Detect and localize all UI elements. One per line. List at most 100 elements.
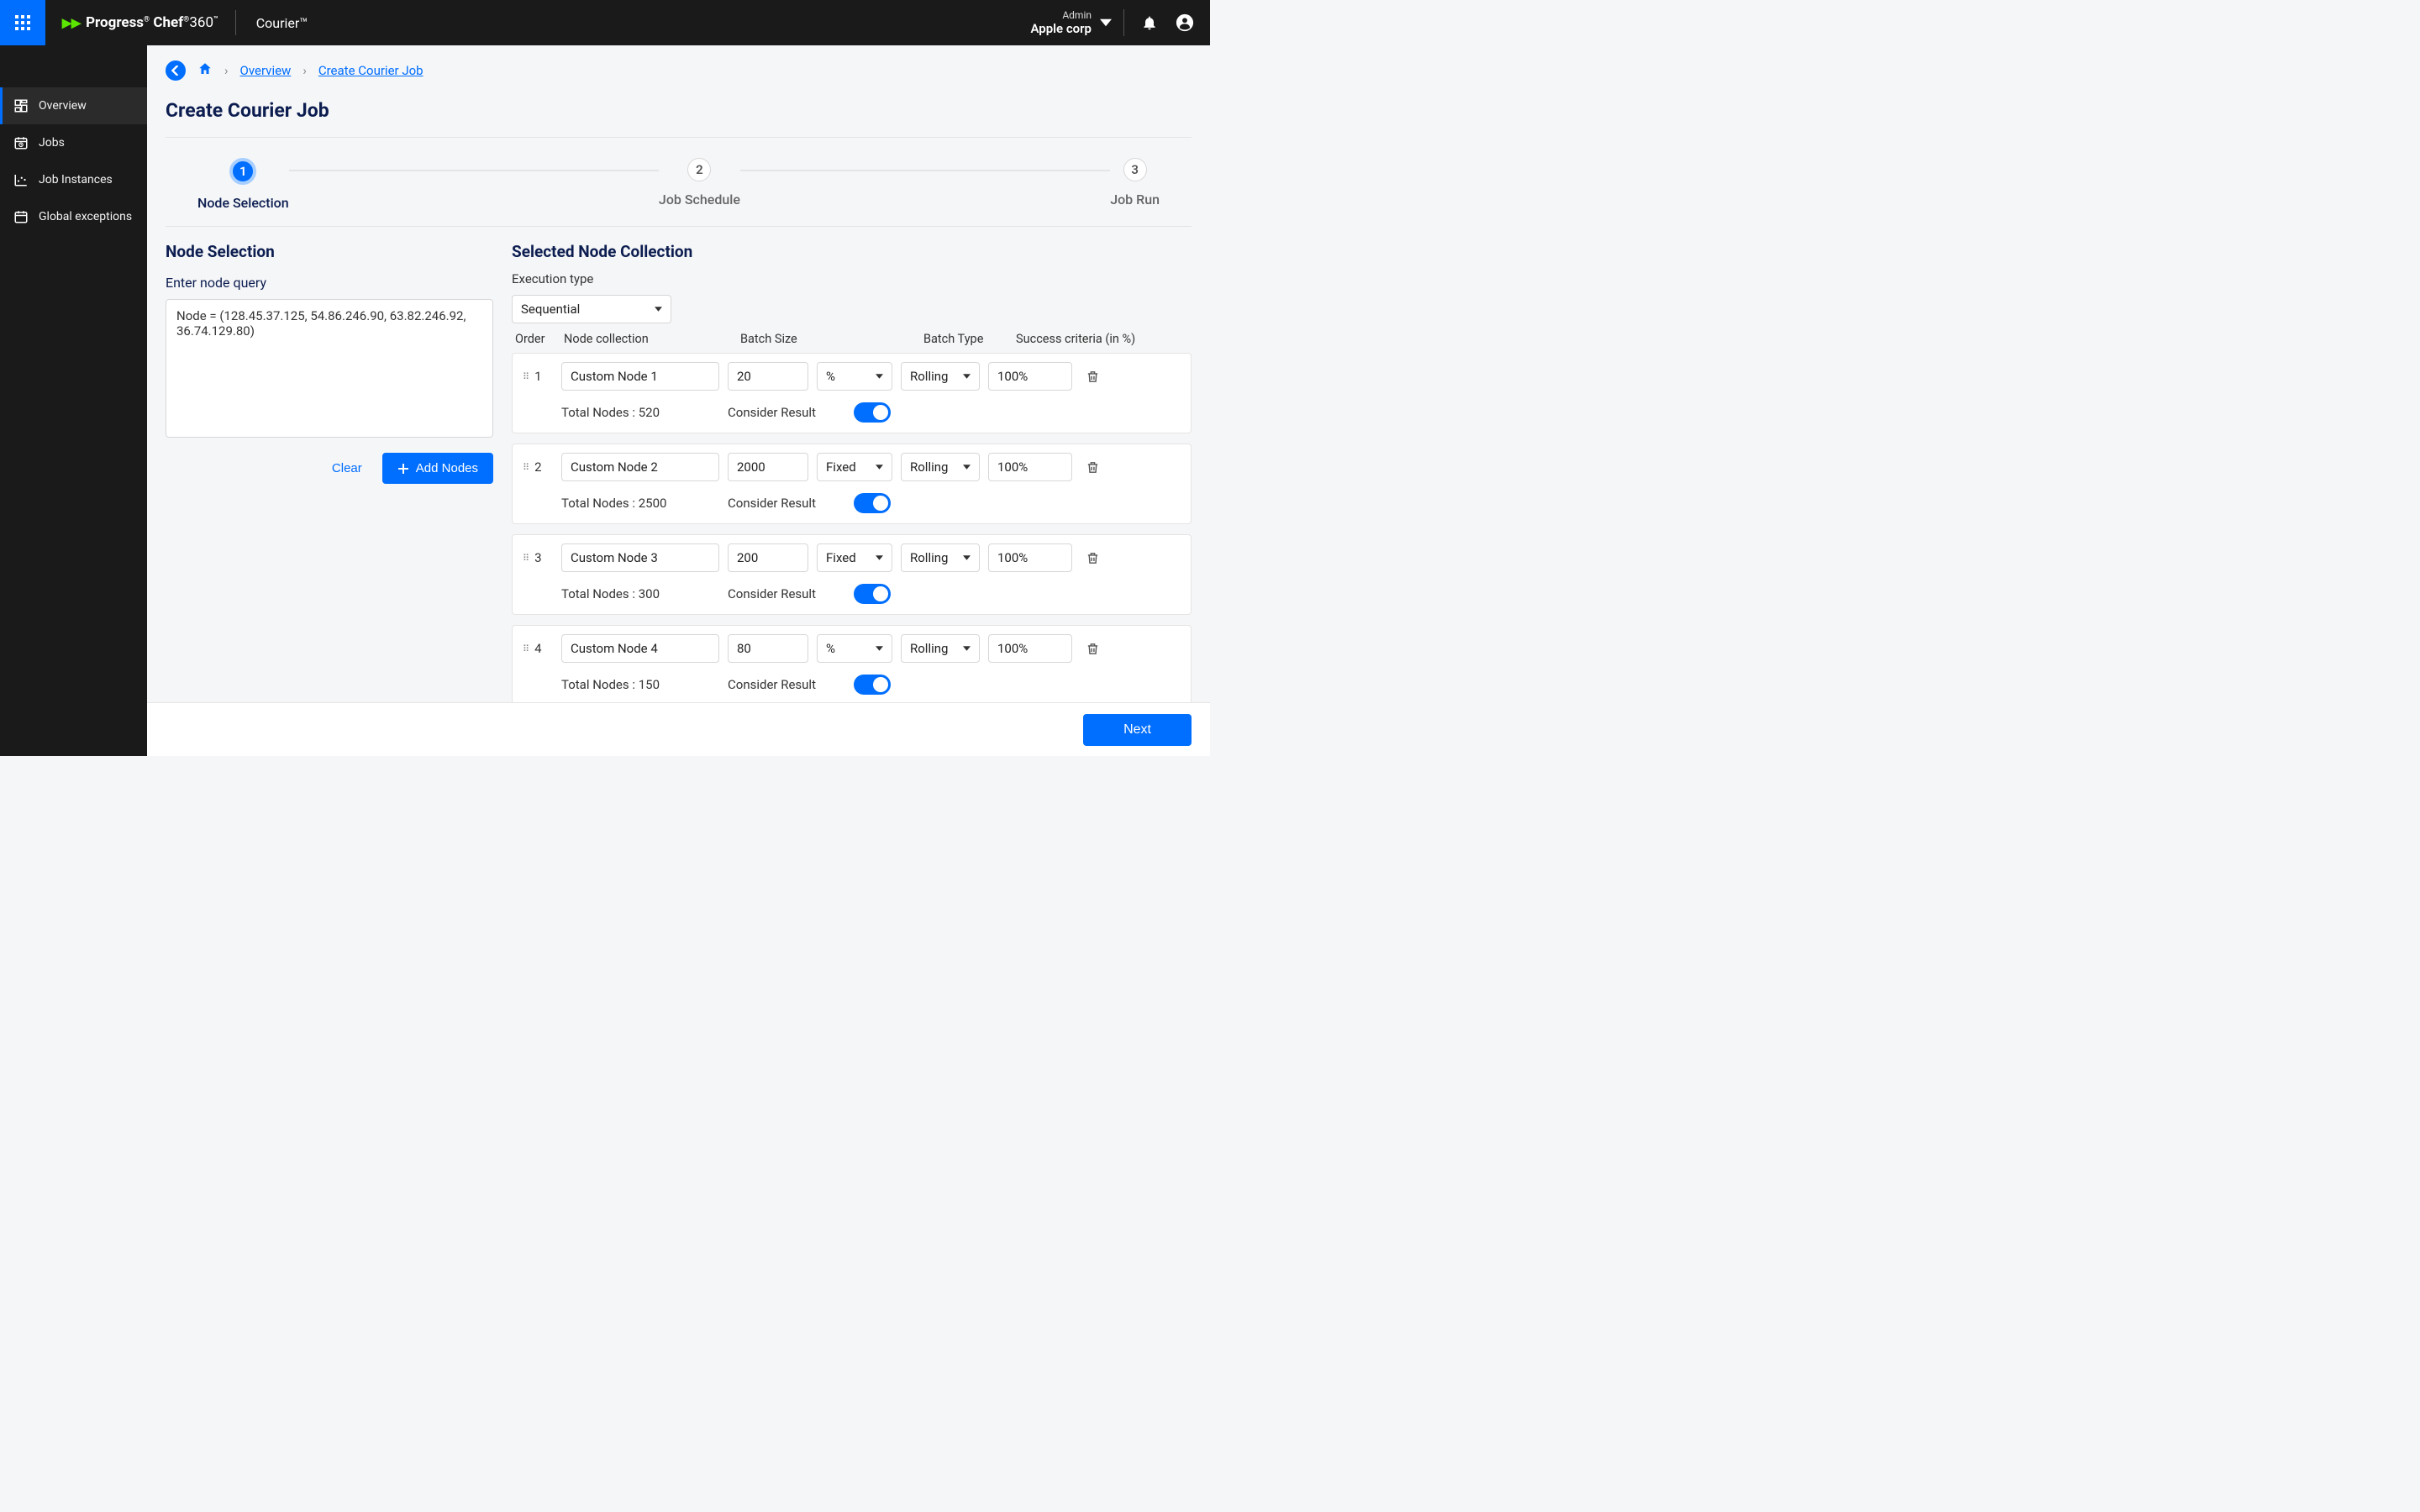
execution-type-label: Execution type [512, 271, 1192, 286]
home-icon [197, 61, 213, 76]
sub-product-name: Courier™ [236, 15, 329, 31]
node-collection-name-input[interactable] [561, 453, 719, 481]
drag-handle-icon[interactable]: ⠿ [523, 553, 529, 564]
delete-row-button[interactable] [1081, 638, 1104, 659]
drag-handle-icon[interactable]: ⠿ [523, 462, 529, 473]
notifications-button[interactable] [1139, 13, 1160, 33]
node-selection-panel: Node Selection Enter node query Clear Ad… [166, 242, 493, 756]
step-connector [289, 170, 659, 171]
node-collection-name-input[interactable] [561, 634, 719, 663]
step-2[interactable]: 2 Job Schedule [659, 158, 740, 207]
step-label: Node Selection [197, 195, 289, 211]
step-label: Job Schedule [659, 192, 740, 207]
sidebar-item-overview[interactable]: Overview [0, 87, 147, 124]
consider-result-label: Consider Result [728, 405, 845, 420]
consider-result-toggle[interactable] [854, 402, 891, 423]
drag-handle-icon[interactable]: ⠿ [523, 371, 529, 382]
batch-type-select[interactable]: Rolling [901, 634, 980, 663]
batch-size-input[interactable] [728, 543, 808, 572]
col-node-collection: Node collection [564, 332, 732, 346]
consider-result-toggle[interactable] [854, 675, 891, 695]
consider-result-toggle[interactable] [854, 584, 891, 604]
calendar-blank-icon [13, 209, 29, 224]
delete-row-button[interactable] [1081, 548, 1104, 569]
account-role: Admin [1030, 9, 1092, 21]
delete-row-button[interactable] [1081, 366, 1104, 387]
breadcrumb-link-current[interactable]: Create Courier Job [318, 63, 424, 78]
clear-button[interactable]: Clear [332, 461, 362, 475]
account-org: Apple corp [1030, 21, 1092, 36]
success-criteria-input[interactable] [988, 362, 1072, 391]
profile-button[interactable] [1175, 13, 1195, 33]
batch-type-select[interactable]: Rolling [901, 453, 980, 481]
node-query-label: Enter node query [166, 275, 493, 291]
apps-grid-button[interactable] [0, 0, 45, 45]
main-content: › Overview › Create Courier Job Create C… [147, 45, 1210, 756]
plus-icon [397, 463, 409, 475]
sidebar-item-label: Overview [39, 99, 87, 113]
next-button[interactable]: Next [1083, 714, 1192, 746]
brand-logo[interactable]: ▸▸ Progress® Chef®360™ [45, 0, 235, 45]
user-circle-icon [1176, 13, 1194, 32]
row-order: 4 [534, 641, 541, 656]
bell-icon [1141, 14, 1158, 31]
chevron-right-icon: › [302, 63, 307, 78]
node-collection-name-input[interactable] [561, 362, 719, 391]
sidebar-item-label: Global exceptions [39, 210, 132, 223]
node-query-input[interactable] [166, 299, 493, 438]
consider-result-label: Consider Result [728, 586, 845, 601]
batch-type-select[interactable]: Rolling [901, 543, 980, 572]
batch-size-input[interactable] [728, 362, 808, 391]
sidebar-item-jobs[interactable]: Jobs [0, 124, 147, 161]
wizard-stepper: 1 Node Selection 2 Job Schedule 3 Job Ru… [147, 138, 1210, 226]
drag-handle-icon[interactable]: ⠿ [523, 643, 529, 654]
chevron-down-icon [1100, 17, 1112, 29]
execution-type-select[interactable]: Sequential [512, 295, 671, 323]
batch-size-unit-select[interactable]: Fixed [817, 543, 892, 572]
success-criteria-input[interactable] [988, 453, 1072, 481]
sidebar-item-global-exceptions[interactable]: Global exceptions [0, 198, 147, 235]
consider-result-toggle[interactable] [854, 493, 891, 513]
page-title: Create Courier Job [147, 89, 1210, 137]
breadcrumb-link-overview[interactable]: Overview [240, 63, 292, 78]
sidebar-item-label: Job Instances [39, 173, 113, 186]
success-criteria-input[interactable] [988, 543, 1072, 572]
step-1[interactable]: 1 Node Selection [197, 158, 289, 211]
row-order: 2 [534, 459, 541, 475]
col-success-criteria: Success criteria (in %) [1016, 332, 1150, 346]
batch-size-unit-select[interactable]: Fixed [817, 453, 892, 481]
overview-icon [13, 98, 29, 113]
batch-size-unit-select[interactable]: % [817, 634, 892, 663]
total-nodes-label: Total Nodes : 300 [561, 586, 719, 601]
brand-text: Progress® Chef®360™ [86, 14, 218, 31]
step-number: 3 [1123, 158, 1147, 181]
breadcrumb-back-button[interactable] [166, 60, 186, 81]
account-switcher[interactable]: Admin Apple corp [1030, 9, 1124, 36]
batch-size-input[interactable] [728, 634, 808, 663]
step-3[interactable]: 3 Job Run [1110, 158, 1160, 207]
wizard-footer: Next [147, 702, 1210, 756]
sidebar-item-job-instances[interactable]: Job Instances [0, 161, 147, 198]
apps-grid-icon [15, 15, 30, 30]
selected-node-collection-panel: Selected Node Collection Execution type … [512, 242, 1192, 756]
sidebar-item-label: Jobs [39, 136, 65, 150]
row-order: 3 [534, 550, 541, 565]
row-order: 1 [534, 369, 541, 384]
batch-size-input[interactable] [728, 453, 808, 481]
step-number: 1 [229, 158, 256, 185]
step-label: Job Run [1110, 192, 1160, 207]
batch-type-select[interactable]: Rolling [901, 362, 980, 391]
col-batch-size: Batch Size [740, 332, 915, 346]
app-header: ▸▸ Progress® Chef®360™ Courier™ Admin Ap… [0, 0, 1210, 45]
breadcrumb-home[interactable] [197, 61, 213, 80]
trash-icon [1086, 460, 1100, 475]
success-criteria-input[interactable] [988, 634, 1072, 663]
add-nodes-button[interactable]: Add Nodes [382, 453, 493, 484]
step-connector [740, 170, 1110, 171]
consider-result-label: Consider Result [728, 496, 845, 511]
batch-size-unit-select[interactable]: % [817, 362, 892, 391]
delete-row-button[interactable] [1081, 457, 1104, 478]
chevron-right-icon: › [224, 63, 229, 78]
node-collection-name-input[interactable] [561, 543, 719, 572]
trash-icon [1086, 551, 1100, 565]
